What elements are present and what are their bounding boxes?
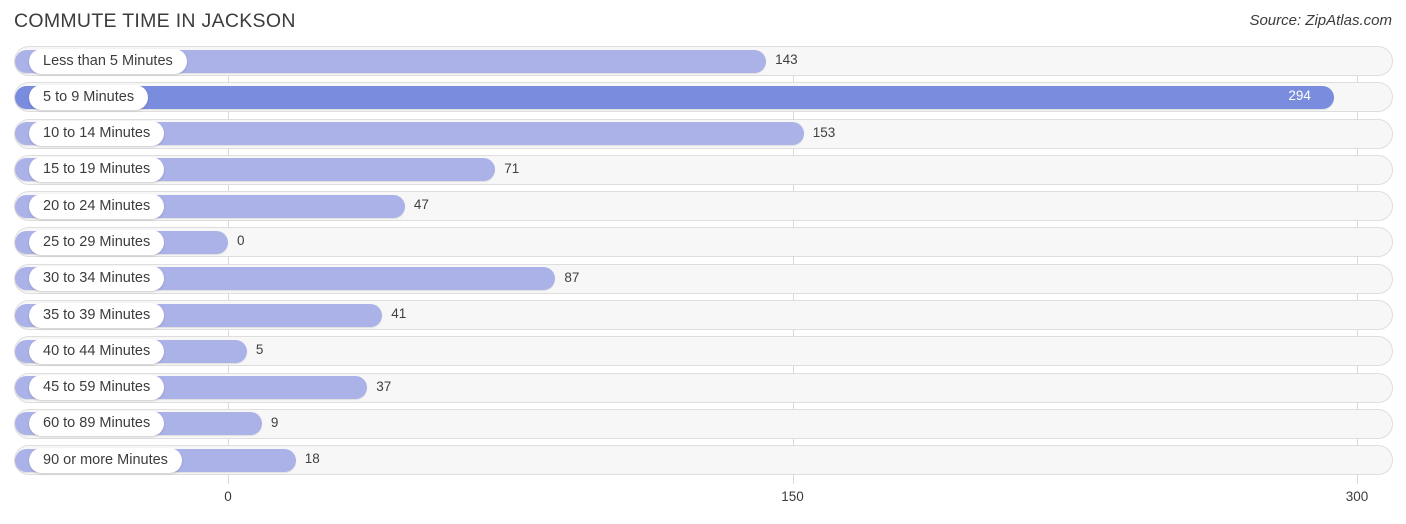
table-row[interactable]: 0 25 to 29 Minutes (0, 227, 1406, 258)
category-label[interactable]: 90 or more Minutes (29, 447, 182, 473)
bar-value-label: 47 (413, 197, 429, 213)
table-row[interactable]: 37 45 to 59 Minutes (0, 372, 1406, 403)
category-label[interactable]: 45 to 59 Minutes (29, 375, 165, 401)
table-row[interactable]: 153 10 to 14 Minutes (0, 118, 1406, 149)
x-axis: 0 150 300 (0, 484, 1406, 524)
category-label[interactable]: 15 to 19 Minutes (29, 157, 165, 183)
bar-value-label: 5 (255, 342, 264, 358)
x-tick-label: 300 (1345, 489, 1369, 504)
table-row[interactable]: 18 90 or more Minutes (0, 445, 1406, 476)
table-row[interactable]: 5 40 to 44 Minutes (0, 336, 1406, 367)
table-row[interactable]: 47 20 to 24 Minutes (0, 191, 1406, 222)
table-row[interactable]: 71 15 to 19 Minutes (0, 154, 1406, 185)
category-label[interactable]: Less than 5 Minutes (29, 48, 187, 74)
bar-rows: 143 Less than 5 Minutes 294 5 to 9 Minutes 1… (0, 46, 1406, 482)
bar-value-label: 18 (304, 451, 320, 467)
category-label[interactable]: 5 to 9 Minutes (29, 84, 149, 110)
category-label[interactable]: 20 to 24 Minutes (29, 193, 165, 219)
table-row[interactable]: 143 Less than 5 Minutes (0, 46, 1406, 76)
table-row[interactable]: 294 5 to 9 Minutes (0, 82, 1406, 113)
bar-value-label: 87 (564, 269, 580, 285)
bar-value-label: 153 (812, 124, 836, 140)
page-title: COMMUTE TIME IN JACKSON (14, 10, 296, 32)
chart-header: COMMUTE TIME IN JACKSON Source: ZipAtlas… (0, 0, 1406, 46)
plot-area: 143 Less than 5 Minutes 294 5 to 9 Minutes 1… (0, 46, 1406, 484)
table-row[interactable]: 87 30 to 34 Minutes (0, 263, 1406, 294)
category-label[interactable]: 60 to 89 Minutes (29, 411, 165, 437)
bar-value-inside: 294 (1288, 88, 1311, 104)
bar-value-label: 37 (376, 378, 392, 394)
x-tick-label: 0 (224, 489, 232, 504)
category-label[interactable]: 25 to 29 Minutes (29, 229, 165, 255)
bar[interactable] (15, 85, 1335, 109)
category-label[interactable]: 40 to 44 Minutes (29, 338, 165, 364)
source-attribution: Source: ZipAtlas.com (1249, 12, 1392, 29)
bar-value-label: 71 (504, 160, 520, 176)
category-label[interactable]: 35 to 39 Minutes (29, 302, 165, 328)
x-tick-label: 150 (781, 489, 804, 504)
category-label[interactable]: 30 to 34 Minutes (29, 266, 165, 292)
bar-value-label: 9 (270, 414, 279, 430)
table-row[interactable]: 41 35 to 39 Minutes (0, 300, 1406, 331)
bar-value-label: 143 (775, 52, 798, 67)
chart-page: COMMUTE TIME IN JACKSON Source: ZipAtlas… (0, 0, 1406, 524)
category-label[interactable]: 10 to 14 Minutes (29, 121, 165, 147)
bar-value-label: 0 (237, 233, 245, 249)
bar-value-label: 41 (391, 306, 407, 322)
table-row[interactable]: 9 60 to 89 Minutes (0, 408, 1406, 439)
